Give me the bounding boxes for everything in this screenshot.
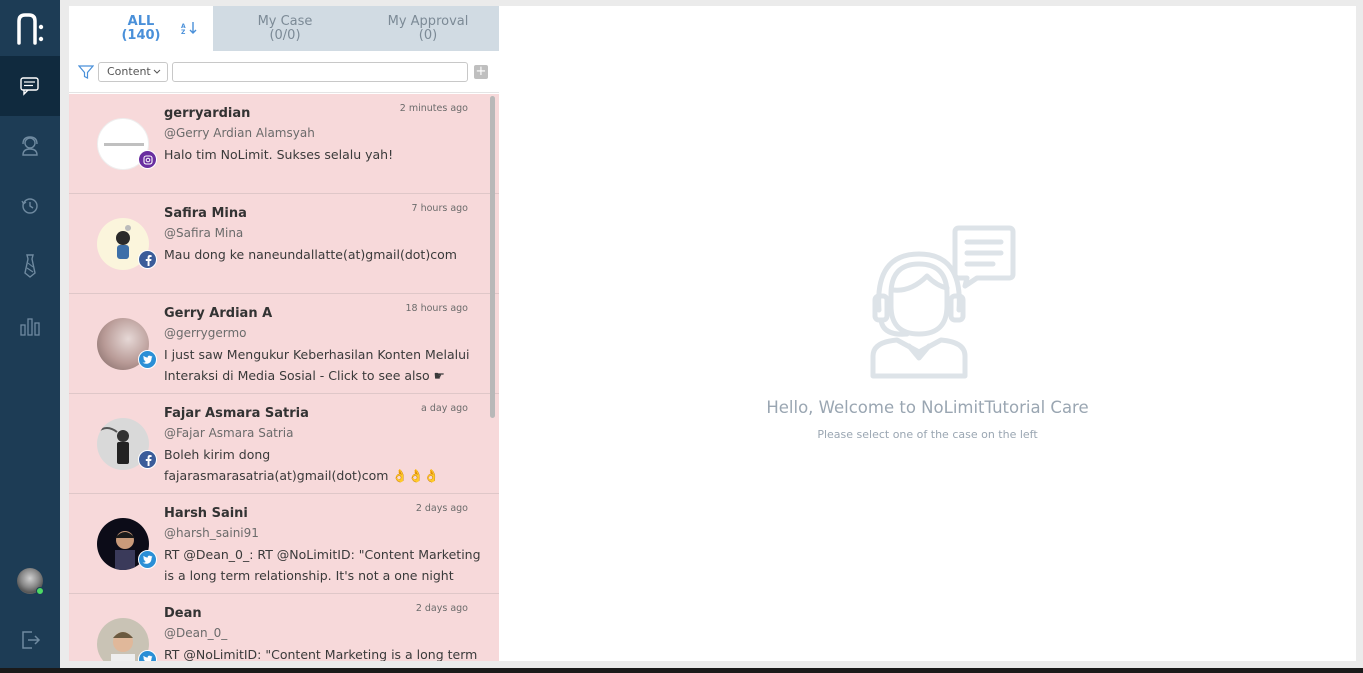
case-detail-panel: Hello, Welcome to NoLimitTutorial Care P… — [499, 6, 1356, 661]
tab-my-case[interactable]: My Case (0/0) — [213, 6, 357, 51]
filter-icon[interactable] — [78, 64, 94, 80]
case-author-handle: @Gerry Ardian Alamsyah — [164, 126, 315, 140]
instagram-badge — [138, 150, 157, 169]
case-message: RT @NoLimitID: "Content Marketing is a l… — [164, 647, 478, 661]
case-message: I just saw Mengukur Keberhasilan Konten … — [164, 347, 470, 383]
case-message: Boleh kirim dong fajarasmarasatria(at)gm… — [164, 447, 440, 483]
case-time: a day ago — [421, 403, 468, 414]
twitter-badge — [138, 550, 157, 569]
tab-my-case-count: (0/0) — [269, 28, 301, 43]
case-author-name: Fajar Asmara Satria — [164, 406, 309, 421]
filter-bar: Content + — [69, 51, 499, 93]
case-time: 7 hours ago — [411, 203, 468, 214]
nav-item-tie[interactable] — [0, 236, 60, 296]
case-author-name: Safira Mina — [164, 206, 247, 221]
case-author-handle: @gerrygermo — [164, 326, 247, 340]
left-nav — [0, 0, 60, 673]
case-item[interactable]: Fajar Asmara Satria @Fajar Asmara Satria… — [69, 394, 499, 494]
nav-item-agent[interactable] — [0, 116, 60, 176]
tab-my-approval[interactable]: My Approval (0) — [357, 6, 499, 51]
nav-item-analytics[interactable] — [0, 296, 60, 356]
agent-icon — [22, 136, 38, 156]
welcome-title: Hello, Welcome to NoLimitTutorial Care — [766, 398, 1089, 417]
welcome-subtitle: Please select one of the case on the lef… — [817, 428, 1038, 441]
facebook-icon — [145, 454, 152, 466]
customer-support-agent-icon — [870, 225, 1016, 379]
case-time: 18 hours ago — [405, 303, 468, 314]
facebook-icon — [145, 254, 152, 266]
tab-all[interactable]: ALL (140) A Z — [69, 6, 213, 51]
nav-item-history[interactable] — [0, 176, 60, 236]
chat-icon — [20, 77, 39, 96]
case-list: gerryardian @Gerry Ardian Alamsyah Halo … — [69, 94, 499, 661]
case-list-scrollbar[interactable] — [490, 96, 495, 418]
case-author-handle: @harsh_saini91 — [164, 526, 259, 540]
case-tabs: ALL (140) A Z My Case (0/0) My Approval … — [69, 6, 499, 51]
app-logo[interactable] — [0, 0, 60, 56]
twitter-icon — [142, 355, 153, 364]
case-item[interactable]: Harsh Saini @harsh_saini91 RT @Dean_0_: … — [69, 494, 499, 594]
tie-icon — [24, 254, 36, 278]
add-filter-button[interactable]: + — [474, 65, 488, 79]
online-status-dot — [36, 587, 44, 595]
case-item[interactable]: Dean @Dean_0_ RT @NoLimitID: "Content Ma… — [69, 594, 499, 661]
case-author-handle: @Dean_0_ — [164, 626, 228, 640]
twitter-badge — [138, 350, 157, 369]
case-message: Mau dong ke naneundallatte(at)gmail(dot)… — [164, 247, 457, 262]
case-author-name: Dean — [164, 606, 202, 621]
user-avatar[interactable] — [17, 568, 44, 595]
case-item[interactable]: Safira Mina @Safira Mina Mau dong ke nan… — [69, 194, 499, 294]
filter-type-value: Content — [107, 65, 151, 78]
filter-type-select[interactable]: Content — [98, 62, 168, 82]
case-author-name: Harsh Saini — [164, 506, 248, 521]
window-bottom-bar — [0, 668, 1363, 673]
case-item[interactable]: gerryardian @Gerry Ardian Alamsyah Halo … — [69, 94, 499, 194]
logout-icon — [22, 631, 41, 649]
facebook-badge — [138, 250, 157, 269]
chevron-down-icon — [153, 69, 161, 74]
bar-chart-icon — [20, 318, 40, 336]
instagram-icon — [142, 154, 153, 165]
case-message: Halo tim NoLimit. Sukses selalu yah! — [164, 147, 394, 162]
tab-my-approval-label: My Approval — [387, 14, 469, 29]
tab-my-case-label: My Case — [257, 14, 313, 29]
case-author-handle: @Safira Mina — [164, 226, 244, 240]
case-time: 2 minutes ago — [399, 103, 468, 114]
svg-text:Z: Z — [181, 29, 186, 36]
nolimit-logo-icon — [17, 13, 44, 45]
tab-my-approval-count: (0) — [418, 28, 438, 43]
case-author-handle: @Fajar Asmara Satria — [164, 426, 294, 440]
nav-item-chat[interactable] — [0, 56, 60, 116]
twitter-icon — [143, 655, 153, 661]
facebook-badge — [138, 450, 157, 469]
case-time: 2 days ago — [415, 503, 468, 514]
search-input[interactable] — [172, 62, 468, 82]
sort-icon[interactable]: A Z — [181, 20, 199, 36]
nav-item-logout[interactable] — [0, 610, 60, 670]
twitter-icon — [142, 555, 153, 564]
case-list-panel: ALL (140) A Z My Case (0/0) My Approval … — [69, 6, 499, 661]
history-icon — [21, 198, 38, 214]
case-item[interactable]: Gerry Ardian A @gerrygermo I just saw Me… — [69, 294, 499, 394]
case-author-name: gerryardian — [164, 106, 251, 121]
case-author-name: Gerry Ardian A — [164, 306, 273, 321]
case-message: RT @Dean_0_: RT @NoLimitID: "Content Mar… — [164, 547, 481, 583]
twitter-badge — [138, 650, 157, 661]
case-time: 2 days ago — [415, 603, 468, 614]
